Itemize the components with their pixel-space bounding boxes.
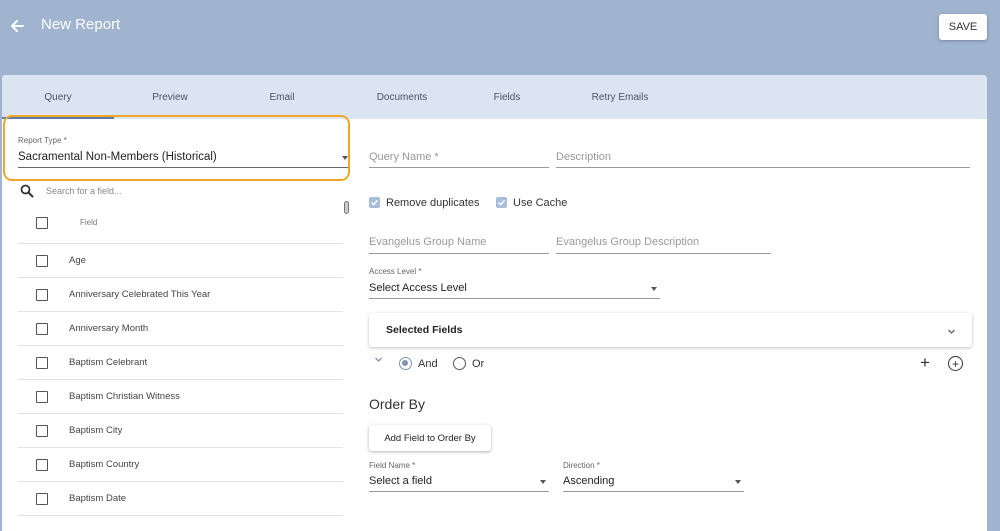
- report-type-highlight: [3, 115, 350, 181]
- tab-retry-emails[interactable]: Retry Emails: [570, 75, 670, 119]
- page-title: New Report: [41, 16, 121, 33]
- dropdown-arrow-icon[interactable]: [651, 287, 657, 291]
- select-all-checkbox[interactable]: [36, 217, 48, 229]
- field-checkbox[interactable]: [36, 357, 48, 369]
- remove-duplicates-checkbox[interactable]: [369, 197, 380, 208]
- field-list-item[interactable]: Baptism Date: [18, 482, 343, 516]
- selected-fields-title: Selected Fields: [386, 324, 463, 336]
- chevron-down-icon[interactable]: [374, 355, 383, 364]
- description-input[interactable]: Description: [556, 151, 611, 163]
- field-checkbox[interactable]: [36, 459, 48, 471]
- field-name: Age: [69, 255, 86, 266]
- search-icon: [20, 184, 34, 198]
- field-list-item[interactable]: Baptism Country: [18, 448, 343, 482]
- direction-select[interactable]: Ascending: [563, 475, 614, 487]
- access-level-underline: [369, 298, 660, 299]
- field-list-item[interactable]: Baptism City: [18, 414, 343, 448]
- field-name-label: Field Name *: [369, 461, 416, 470]
- query-name-underline: [369, 167, 549, 168]
- field-list-item[interactable]: Anniversary Celebrated This Year: [18, 278, 343, 312]
- or-radio[interactable]: [453, 357, 466, 370]
- check-icon: [497, 199, 506, 206]
- field-name: Anniversary Month: [69, 323, 149, 334]
- group-name-input[interactable]: Evangelus Group Name: [369, 236, 486, 248]
- tab-fields[interactable]: Fields: [472, 75, 542, 119]
- direction-underline: [563, 491, 744, 492]
- field-search-input[interactable]: [46, 183, 336, 199]
- field-name-underline: [369, 491, 549, 492]
- field-name: Baptism City: [69, 425, 123, 436]
- field-name: Baptism Date: [69, 493, 127, 504]
- tab-email[interactable]: Email: [242, 75, 322, 119]
- tab-bar: Query Preview Email Documents Fields Ret…: [2, 75, 987, 119]
- report-type-select[interactable]: Sacramental Non-Members (Historical): [18, 151, 217, 163]
- group-description-underline: [556, 253, 771, 254]
- field-checkbox[interactable]: [36, 493, 48, 505]
- order-by-title: Order By: [369, 396, 426, 412]
- tab-documents[interactable]: Documents: [347, 75, 457, 119]
- add-group-icon[interactable]: +: [948, 356, 963, 371]
- field-checkbox[interactable]: [36, 289, 48, 301]
- field-list-item[interactable]: Baptism Christian Witness: [18, 380, 343, 414]
- or-label: Or: [472, 358, 485, 370]
- app-header: New Report SAVE: [0, 0, 1000, 75]
- dropdown-arrow-icon[interactable]: [342, 156, 348, 160]
- save-button[interactable]: SAVE: [939, 14, 987, 40]
- access-level-select[interactable]: Select Access Level: [369, 282, 467, 294]
- field-list-item[interactable]: Anniversary Month: [18, 312, 343, 346]
- and-radio[interactable]: [399, 357, 412, 370]
- field-checkbox[interactable]: [36, 391, 48, 403]
- report-card: Query Preview Email Documents Fields Ret…: [2, 75, 987, 531]
- group-description-input[interactable]: Evangelus Group Description: [556, 236, 699, 248]
- report-type-underline: [18, 167, 348, 168]
- selected-fields-panel[interactable]: Selected Fields: [369, 313, 972, 347]
- use-cache-label: Use Cache: [513, 197, 568, 209]
- tab-query[interactable]: Query: [2, 75, 114, 119]
- field-column-header: Field: [80, 218, 98, 227]
- field-list-item[interactable]: Baptism Celebrant: [18, 346, 343, 380]
- add-order-field-button[interactable]: Add Field to Order By: [369, 425, 491, 451]
- dropdown-arrow-icon[interactable]: [735, 480, 741, 484]
- field-checkbox[interactable]: [36, 323, 48, 335]
- field-name: Baptism Christian Witness: [69, 391, 180, 402]
- field-list-header: Field: [18, 202, 343, 244]
- tab-preview[interactable]: Preview: [120, 75, 220, 119]
- field-list-item[interactable]: Age: [18, 244, 343, 278]
- and-label: And: [418, 358, 438, 370]
- add-condition-icon[interactable]: +: [920, 354, 930, 371]
- access-level-label: Access Level *: [369, 267, 422, 276]
- field-list-scrollbar[interactable]: [344, 201, 349, 214]
- description-underline: [556, 167, 970, 168]
- field-name: Anniversary Celebrated This Year: [69, 289, 211, 300]
- use-cache-checkbox[interactable]: [496, 197, 507, 208]
- query-name-input[interactable]: Query Name *: [369, 151, 439, 163]
- check-icon: [370, 199, 379, 206]
- field-name: Baptism Country: [69, 459, 140, 470]
- field-checkbox[interactable]: [36, 255, 48, 267]
- dropdown-arrow-icon[interactable]: [540, 480, 546, 484]
- arrow-left-icon[interactable]: [8, 16, 26, 36]
- field-checkbox[interactable]: [36, 425, 48, 437]
- chevron-down-icon[interactable]: [947, 327, 956, 336]
- direction-label: Direction *: [563, 461, 600, 470]
- field-name: Baptism Celebrant: [69, 357, 148, 368]
- report-type-label: Report Type *: [18, 136, 67, 145]
- group-name-underline: [369, 253, 549, 254]
- remove-duplicates-label: Remove duplicates: [386, 197, 480, 209]
- field-name-select[interactable]: Select a field: [369, 475, 432, 487]
